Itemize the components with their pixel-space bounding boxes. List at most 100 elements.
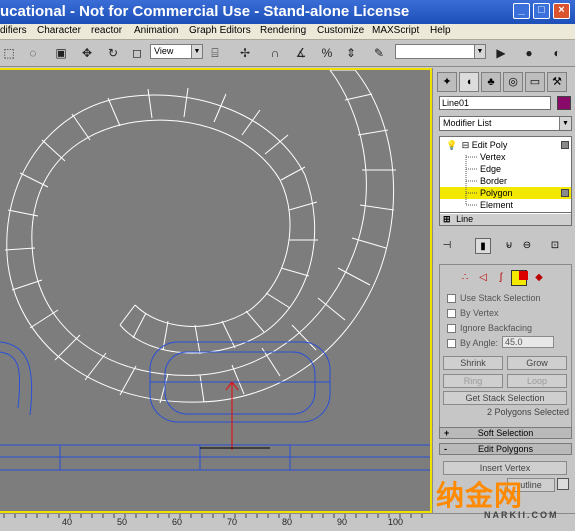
- reference-coordinate-select[interactable]: View ▼: [150, 44, 203, 59]
- select-region-icon[interactable]: ◌: [24, 44, 42, 62]
- timeline-tick-label: 60: [172, 517, 183, 527]
- motion-tab[interactable]: ◎: [503, 72, 523, 92]
- percent-snap-icon[interactable]: %: [318, 44, 336, 62]
- edit-named-selection-icon[interactable]: ✎: [370, 44, 388, 62]
- manipulate-icon[interactable]: ✢: [236, 44, 254, 62]
- watermark-latin-text: NARKII.COM: [484, 510, 559, 520]
- configure-modifier-sets-icon[interactable]: ⊡: [547, 238, 563, 254]
- angle-spinner[interactable]: 45.0: [502, 336, 554, 348]
- select-icon[interactable]: ⬚: [0, 44, 18, 62]
- window-title: ucational - Not for Commercial Use - Sta…: [0, 3, 410, 20]
- lightbulb-icon[interactable]: 💡: [446, 140, 457, 150]
- stack-divider: [440, 212, 571, 213]
- ring-button[interactable]: Ring: [443, 374, 503, 388]
- timeline-tick-label: 70: [227, 517, 238, 527]
- polygon-mode-icon[interactable]: [511, 270, 528, 286]
- perspective-viewport[interactable]: [0, 68, 432, 513]
- stack-item-line[interactable]: ⊞ Line: [440, 214, 571, 225]
- chevron-down-icon: ▼: [474, 45, 485, 58]
- show-end-result-icon[interactable]: ▮: [475, 238, 491, 254]
- minimize-button[interactable]: _: [513, 3, 530, 19]
- timeline-tick-label: 50: [117, 517, 128, 527]
- menu-maxscript[interactable]: MAXScript: [372, 25, 419, 36]
- utilities-tab[interactable]: ⚒: [547, 72, 567, 92]
- by-vertex-checkbox[interactable]: By Vertex: [447, 307, 567, 319]
- object-name-field[interactable]: Line01: [439, 96, 551, 110]
- menu-rendering[interactable]: Rendering: [260, 25, 306, 36]
- remove-modifier-icon[interactable]: ⊖: [519, 238, 535, 254]
- stack-tree-lines: [465, 155, 478, 206]
- get-stack-selection-button[interactable]: Get Stack Selection: [443, 391, 567, 405]
- ignore-backfacing-checkbox[interactable]: Ignore Backfacing: [447, 322, 567, 334]
- title-bar: ucational - Not for Commercial Use - Sta…: [0, 0, 575, 24]
- snap-icon[interactable]: ∩: [266, 44, 284, 62]
- grow-button[interactable]: Grow: [507, 356, 567, 370]
- edit-polygons-rollout-header[interactable]: - Edit Polygons: [439, 443, 572, 455]
- stack-item-vertex[interactable]: Vertex: [440, 151, 571, 163]
- create-tab[interactable]: ✦: [437, 72, 457, 92]
- make-unique-icon[interactable]: ⊌: [501, 238, 517, 254]
- stack-toolbar: ⊣ ▮ ⊌ ⊖ ⊡: [439, 238, 572, 256]
- named-selection-set[interactable]: ▼: [395, 44, 486, 59]
- minus-box-icon[interactable]: ⊟: [462, 140, 470, 150]
- subobject-level-icons: ∴ ◁ ʃ ◆: [447, 270, 567, 288]
- plus-box-icon[interactable]: ⊞: [443, 214, 451, 224]
- render-icon[interactable]: ●: [520, 44, 538, 62]
- display-tab[interactable]: ▭: [525, 72, 545, 92]
- stack-item-edit-poly-toggle[interactable]: [561, 141, 569, 149]
- close-button[interactable]: ×: [553, 3, 570, 19]
- timeline-tick-label: 90: [337, 517, 348, 527]
- restore-button[interactable]: □: [533, 3, 550, 19]
- menu-modifiers[interactable]: difiers: [0, 25, 27, 36]
- stack-item-element[interactable]: Element: [440, 199, 571, 211]
- stack-item-border[interactable]: Border: [440, 175, 571, 187]
- spiral-mesh: [0, 70, 430, 471]
- mirror-icon[interactable]: ▶: [492, 44, 510, 62]
- command-panel: ✦ ◖ ♣ ◎ ▭ ⚒ Line01 Modifier List ▼ 💡 ⊟ E…: [432, 68, 575, 513]
- modifier-list-dropdown[interactable]: Modifier List ▼: [439, 116, 572, 131]
- menu-bar: difiers Character reactor Animation Grap…: [0, 24, 575, 40]
- scale-icon[interactable]: ◻: [128, 44, 146, 62]
- menu-help[interactable]: Help: [430, 25, 451, 36]
- pin-stack-icon[interactable]: ⊣: [439, 238, 455, 254]
- stack-item-edge[interactable]: Edge: [440, 163, 571, 175]
- timeline-tick-label: 80: [282, 517, 293, 527]
- chevron-down-icon: ▼: [191, 45, 202, 58]
- soft-selection-rollout-header[interactable]: + Soft Selection: [439, 427, 572, 439]
- select-window-icon[interactable]: ▣: [52, 44, 70, 62]
- element-mode-icon[interactable]: ◆: [531, 270, 547, 286]
- insert-vertex-button[interactable]: Insert Vertex: [443, 461, 567, 475]
- quick-render-icon[interactable]: ◐: [548, 44, 566, 62]
- site-watermark-logo: 纳金网 NARKII.COM: [436, 474, 571, 520]
- pivot-icon[interactable]: ⌸: [206, 44, 224, 62]
- selection-status: 2 Polygons Selected: [486, 407, 569, 417]
- edge-mode-icon[interactable]: ◁: [475, 270, 491, 286]
- watermark-chinese-text: 纳金网: [436, 479, 524, 512]
- timeline-tick-label: 40: [62, 517, 73, 527]
- menu-character[interactable]: Character: [37, 25, 81, 36]
- menu-customize[interactable]: Customize: [317, 25, 364, 36]
- menu-graph-editors[interactable]: Graph Editors: [189, 25, 251, 36]
- vertex-mode-icon[interactable]: ∴: [457, 270, 473, 286]
- move-icon[interactable]: ✥: [78, 44, 96, 62]
- use-stack-selection-checkbox[interactable]: Use Stack Selection: [447, 292, 567, 304]
- stack-item-polygon[interactable]: Polygon: [440, 187, 571, 199]
- modifier-stack: 💡 ⊟ Edit Poly Vertex Edge Border Polygon…: [439, 136, 572, 226]
- modify-tab[interactable]: ◖: [459, 72, 479, 92]
- menu-animation[interactable]: Animation: [134, 25, 178, 36]
- command-panel-tabs: ✦ ◖ ♣ ◎ ▭ ⚒: [437, 72, 573, 92]
- menu-reactor[interactable]: reactor: [91, 25, 122, 36]
- timeline-tick-label: 100: [388, 517, 404, 527]
- hierarchy-tab[interactable]: ♣: [481, 72, 501, 92]
- object-color-swatch[interactable]: [557, 96, 571, 110]
- chevron-down-icon: ▼: [559, 117, 571, 130]
- stack-item-polygon-toggle[interactable]: [561, 189, 569, 197]
- shrink-button[interactable]: Shrink: [443, 356, 503, 370]
- loop-button[interactable]: Loop: [507, 374, 567, 388]
- border-mode-icon[interactable]: ʃ: [493, 270, 509, 286]
- angle-snap-icon[interactable]: ∡: [292, 44, 310, 62]
- main-toolbar: ⬚ ◌ ▣ ✥ ↻ ◻ View ▼ ⌸ ✢ ∩ ∡ % ⇕ ✎ ▼ ▶ ● ◐: [0, 41, 575, 67]
- stack-item-edit-poly[interactable]: 💡 ⊟ Edit Poly: [440, 139, 571, 151]
- rotate-icon[interactable]: ↻: [104, 44, 122, 62]
- spinner-snap-icon[interactable]: ⇕: [342, 44, 360, 62]
